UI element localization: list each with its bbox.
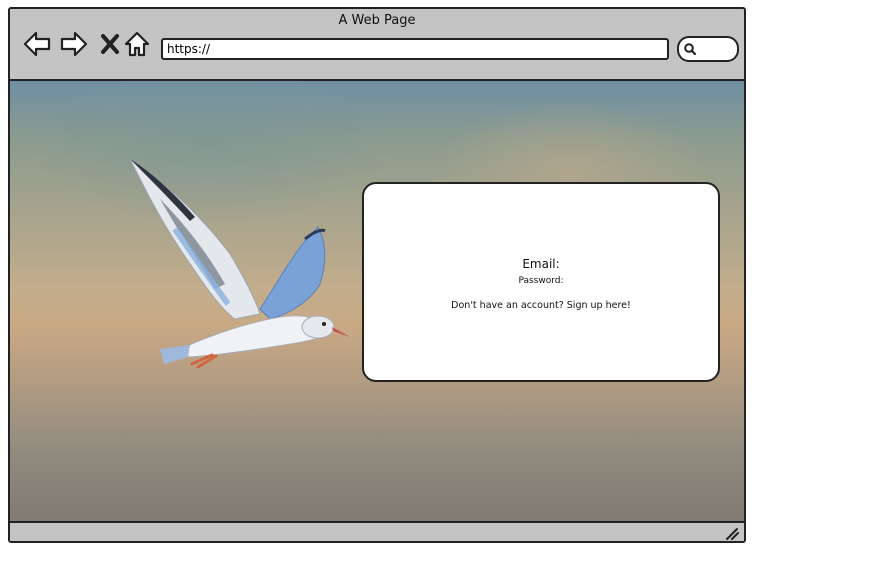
login-card: Email: Password: Don't have an account? … [362,182,720,382]
home-icon[interactable] [122,29,152,59]
status-bar [10,521,744,541]
search-icon [684,43,697,56]
page-content: Email: Password: Don't have an account? … [10,79,744,526]
back-arrow-icon[interactable] [22,29,52,59]
resize-grip-icon[interactable] [724,526,740,540]
url-input[interactable]: https:// [161,38,669,60]
signup-link[interactable]: Don't have an account? Sign up here! [364,300,718,311]
close-icon[interactable] [95,29,125,59]
seagull-image [129,159,350,369]
password-label: Password: [518,276,564,286]
search-box[interactable] [677,36,739,62]
window-title: A Web Page [338,13,416,28]
email-label: Email: [522,257,560,271]
browser-window: A Web Page https:// Email: Password: Don… [8,7,746,543]
forward-arrow-icon[interactable] [59,29,89,59]
